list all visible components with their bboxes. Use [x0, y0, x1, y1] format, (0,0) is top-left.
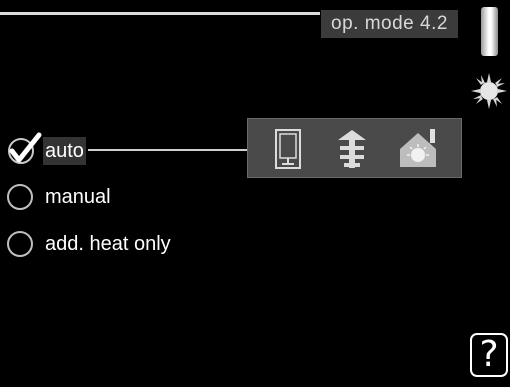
option-add-heat-only-label[interactable]: add. heat only [45, 230, 171, 258]
additional-heat-icon [338, 130, 366, 168]
heating-icon [400, 129, 436, 167]
option-add-heat-only-radio[interactable] [7, 231, 33, 257]
option-auto-label[interactable]: auto [43, 137, 86, 165]
connector-line [88, 149, 251, 151]
sun-icon [471, 73, 507, 109]
option-manual-radio[interactable] [7, 184, 33, 210]
page-title: op. mode 4.2 [321, 10, 458, 38]
option-manual-label[interactable]: manual [45, 183, 111, 211]
heat-source-panel [247, 118, 462, 178]
compressor-icon [275, 129, 301, 169]
scrollbar-thumb[interactable] [481, 7, 498, 56]
help-button[interactable]: ? [470, 333, 508, 377]
auto-checkmark-icon[interactable] [6, 131, 42, 167]
header-divider-line [0, 12, 320, 15]
